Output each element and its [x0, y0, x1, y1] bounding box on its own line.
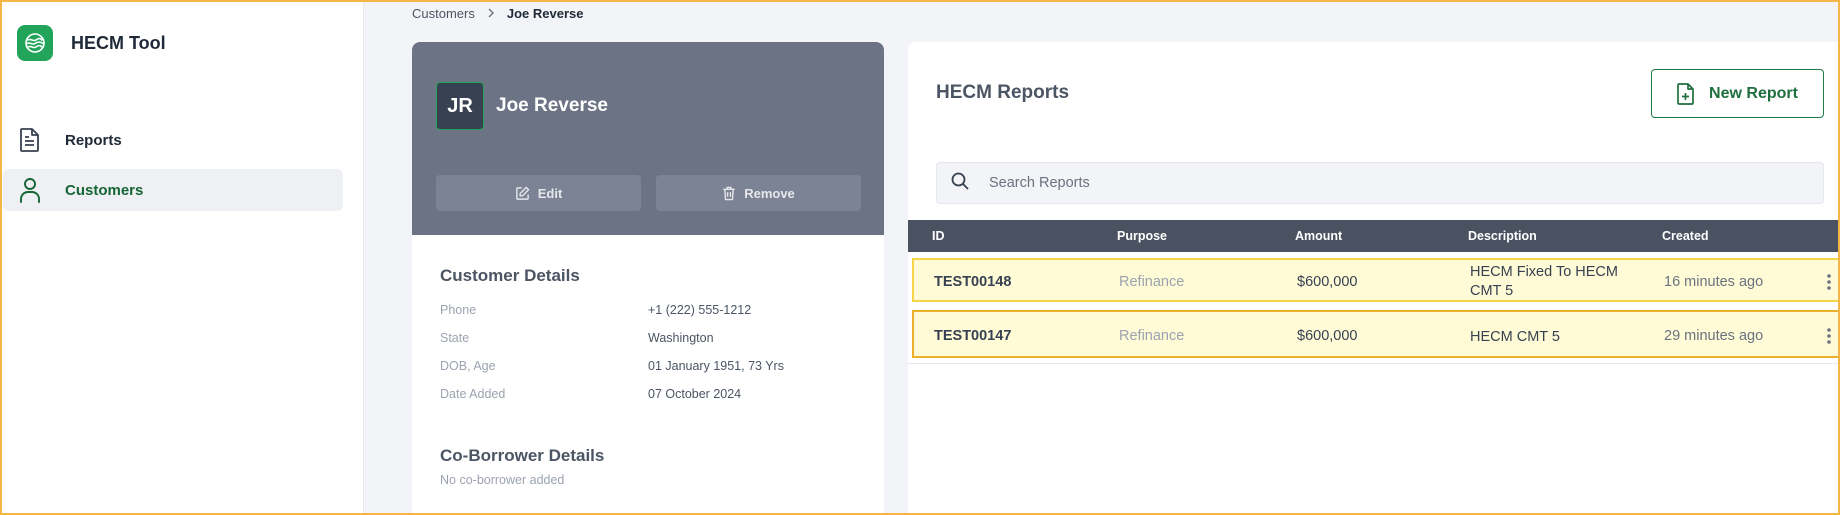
detail-label: Phone — [440, 303, 477, 317]
app-name: HECM Tool — [71, 32, 166, 53]
reports-card: HECM Reports New Report ID P — [908, 42, 1840, 515]
chevron-right-icon — [487, 6, 495, 21]
report-description: HECM CMT 5 — [1470, 329, 1560, 345]
detail-label: DOB, Age — [440, 359, 496, 373]
breadcrumb-current: Joe Reverse — [506, 6, 584, 21]
detail-label: State — [440, 331, 470, 345]
column-header-description[interactable]: Description — [1468, 229, 1537, 243]
column-header-id[interactable]: ID — [932, 229, 945, 243]
report-created: 16 minutes ago — [1664, 274, 1764, 290]
breadcrumb-link-customers[interactable]: Customers — [412, 6, 475, 21]
sidebar: HECM Tool Reports Customers — [0, 0, 364, 515]
customer-name: Joe Reverse — [496, 95, 608, 116]
trash-icon — [722, 186, 736, 201]
table-row[interactable]: TEST00147 Refinance $600,000 HECM CMT 5 … — [912, 310, 1840, 358]
avatar: JR — [436, 82, 484, 130]
report-amount: $600,000 — [1297, 274, 1358, 290]
detail-label: Date Added — [440, 387, 506, 401]
customer-details-title: Customer Details — [440, 266, 580, 285]
new-report-button[interactable]: New Report — [1651, 69, 1824, 118]
column-header-amount[interactable]: Amount — [1295, 229, 1342, 243]
customer-card: JR Joe Reverse Edit Remove Customer Deta… — [412, 42, 884, 515]
detail-value: 01 January 1951, 73 Yrs — [648, 359, 784, 373]
edit-icon — [515, 186, 530, 201]
report-purpose: Refinance — [1119, 274, 1185, 290]
report-id: TEST00147 — [934, 328, 1012, 344]
sidebar-item-label: Customers — [65, 181, 144, 199]
more-vertical-icon[interactable] — [1826, 273, 1832, 291]
column-header-purpose[interactable]: Purpose — [1117, 229, 1167, 243]
file-plus-icon — [1677, 82, 1695, 105]
sidebar-item-customers[interactable]: Customers — [3, 169, 343, 211]
report-amount: $600,000 — [1297, 328, 1358, 344]
report-created: 29 minutes ago — [1664, 328, 1764, 344]
edit-button[interactable]: Edit — [436, 175, 641, 211]
customer-header: JR Joe Reverse Edit Remove — [412, 42, 884, 235]
table-header: ID Purpose Amount Description Created — [908, 220, 1840, 252]
sidebar-item-label: Reports — [65, 131, 122, 149]
detail-value: +1 (222) 555-1212 — [648, 303, 752, 317]
reports-title: HECM Reports — [936, 82, 1070, 103]
table-divider — [908, 363, 1840, 364]
detail-value: Washington — [648, 331, 714, 345]
edit-button-label: Edit — [537, 185, 563, 201]
brand[interactable]: HECM Tool — [17, 25, 166, 61]
sidebar-item-reports[interactable]: Reports — [3, 119, 343, 161]
report-id: TEST00148 — [934, 274, 1012, 290]
brand-logo-icon — [17, 25, 53, 61]
breadcrumb: Customers Joe Reverse — [412, 6, 583, 21]
search-bar — [936, 162, 1824, 204]
remove-button[interactable]: Remove — [656, 175, 861, 211]
document-icon — [17, 127, 43, 153]
user-icon — [17, 177, 43, 203]
new-report-label: New Report — [1709, 84, 1798, 102]
report-description: HECM Fixed To HECM CMT 5 — [1470, 264, 1618, 299]
coborrower-empty-text: No co-borrower added — [440, 473, 565, 487]
more-vertical-icon[interactable] — [1826, 327, 1832, 345]
main-content: Customers Joe Reverse JR Joe Reverse Edi… — [364, 0, 1840, 515]
report-purpose: Refinance — [1119, 328, 1185, 344]
remove-button-label: Remove — [744, 185, 795, 201]
table-row[interactable]: TEST00148 Refinance $600,000 HECM Fixed … — [912, 258, 1840, 302]
search-input[interactable] — [989, 175, 1789, 191]
coborrower-details-title: Co-Borrower Details — [440, 446, 605, 465]
column-header-created[interactable]: Created — [1662, 229, 1709, 243]
detail-value: 07 October 2024 — [648, 387, 742, 401]
search-icon — [951, 172, 969, 195]
